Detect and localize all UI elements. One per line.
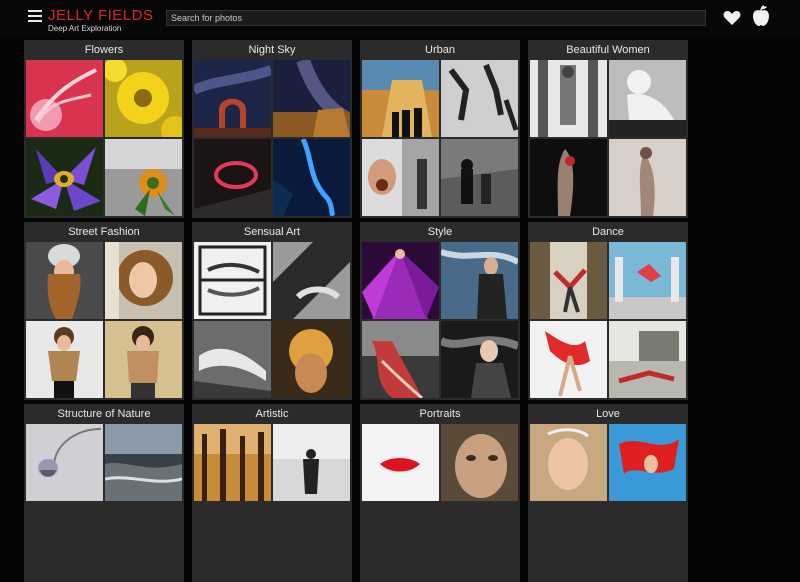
category-title[interactable]: Beautiful Women [528,40,688,60]
category-tile-sensual-art[interactable]: Sensual Art [192,222,352,400]
photo-thumbnail[interactable] [441,139,518,216]
category-title[interactable]: Structure of Nature [24,404,184,424]
category-tile-dance[interactable]: Dance [528,222,688,400]
photo-thumbnail[interactable] [26,60,103,137]
photo-thumbnail[interactable] [441,60,518,137]
photo-thumbnail[interactable] [194,424,271,501]
category-tile-urban[interactable]: Urban [360,40,520,218]
photo-thumbnail[interactable] [609,139,686,216]
category-tile-love[interactable]: Love [528,404,688,582]
photo-thumbnail[interactable] [609,321,686,398]
photo-thumbnail[interactable] [609,242,686,319]
category-title[interactable]: Flowers [24,40,184,60]
photo-thumbnail[interactable] [105,139,182,216]
category-tile-portraits[interactable]: Portraits [360,404,520,582]
apple-icon[interactable] [752,5,770,27]
category-title[interactable]: Love [528,404,688,424]
photo-thumbnail[interactable] [273,321,350,398]
photo-thumbnail[interactable] [530,242,607,319]
photo-thumbnail[interactable] [26,139,103,216]
category-tile-night-sky[interactable]: Night Sky [192,40,352,218]
photo-thumbnail[interactable] [105,424,182,501]
photo-thumbnail[interactable] [362,242,439,319]
photo-thumbnail[interactable] [105,321,182,398]
menu-icon[interactable] [28,10,42,22]
photo-thumbnail[interactable] [362,139,439,216]
category-title[interactable]: Dance [528,222,688,242]
photo-thumbnail[interactable] [26,424,103,501]
photo-thumbnail[interactable] [273,60,350,137]
brand-subtitle: Deep Art Exploration [48,24,122,33]
category-title[interactable]: Night Sky [192,40,352,60]
category-title[interactable]: Portraits [360,404,520,424]
photo-thumbnail[interactable] [273,242,350,319]
photo-thumbnail[interactable] [609,60,686,137]
category-title[interactable]: Urban [360,40,520,60]
category-tile-flowers[interactable]: Flowers [24,40,184,218]
category-title[interactable]: Street Fashion [24,222,184,242]
photo-thumbnail[interactable] [273,424,350,501]
brand-title[interactable]: JELLY FIELDS [48,8,154,24]
photo-thumbnail[interactable] [194,321,271,398]
photo-thumbnail[interactable] [273,139,350,216]
category-title[interactable]: Artistic [192,404,352,424]
photo-thumbnail[interactable] [530,424,607,501]
photo-thumbnail[interactable] [26,242,103,319]
photo-thumbnail[interactable] [26,321,103,398]
photo-thumbnail[interactable] [441,242,518,319]
photo-thumbnail[interactable] [194,139,271,216]
photo-thumbnail[interactable] [194,60,271,137]
category-tile-street-fashion[interactable]: Street Fashion [24,222,184,400]
photo-thumbnail[interactable] [362,60,439,137]
photo-thumbnail[interactable] [530,321,607,398]
category-title[interactable]: Style [360,222,520,242]
heart-icon[interactable] [723,10,741,26]
category-grid: Flowers Night Sky Urban Beautiful Women … [24,40,688,582]
photo-thumbnail[interactable] [362,424,439,501]
photo-thumbnail[interactable] [362,321,439,398]
photo-thumbnail[interactable] [530,139,607,216]
photo-thumbnail[interactable] [105,60,182,137]
category-tile-structure-of-nature[interactable]: Structure of Nature [24,404,184,582]
category-title[interactable]: Sensual Art [192,222,352,242]
photo-thumbnail[interactable] [441,424,518,501]
category-tile-artistic[interactable]: Artistic [192,404,352,582]
category-tile-style[interactable]: Style [360,222,520,400]
photo-thumbnail[interactable] [194,242,271,319]
photo-thumbnail[interactable] [441,321,518,398]
photo-thumbnail[interactable] [609,424,686,501]
search-input[interactable] [166,10,706,26]
photo-thumbnail[interactable] [105,242,182,319]
top-bar: JELLY FIELDS Deep Art Exploration [0,0,800,36]
photo-thumbnail[interactable] [530,60,607,137]
category-tile-beautiful-women[interactable]: Beautiful Women [528,40,688,218]
